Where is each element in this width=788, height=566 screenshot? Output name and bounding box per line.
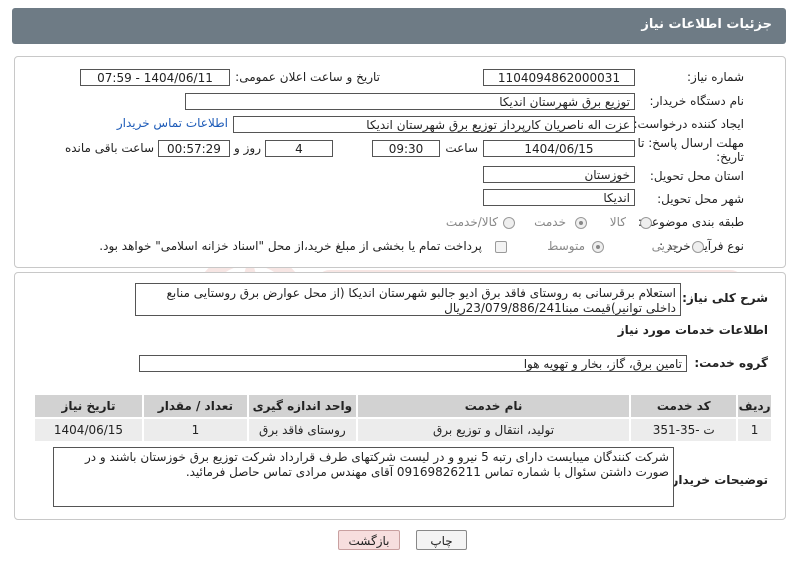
buyer-notes-text[interactable]: شرکت کنندگان میبایست دارای رتبه 5 نیرو و…: [53, 447, 674, 507]
category-radio-goods[interactable]: [640, 217, 652, 229]
category-option-service: خدمت: [534, 215, 566, 229]
info-panel: [14, 56, 786, 268]
category-radio-goods-service[interactable]: [503, 217, 515, 229]
summary-text[interactable]: استعلام برقرسانی به روستای فاقد برق ادیو…: [135, 283, 681, 316]
process-radio-minor[interactable]: [692, 241, 704, 253]
remaining-time-field[interactable]: 00:57:29: [158, 140, 230, 157]
buyer-org-field[interactable]: توزیع برق شهرستان اندیکا: [185, 93, 635, 110]
process-radio-medium[interactable]: [592, 241, 604, 253]
creator-field[interactable]: عزت اله ناصریان کارپرداز توزیع برق شهرست…: [233, 116, 635, 133]
remaining-label: ساعت باقی مانده: [64, 141, 154, 155]
category-radio-service[interactable]: [575, 217, 587, 229]
deadline-label-date: تاریخ:: [716, 150, 744, 164]
cell-service-name: تولید، انتقال و توزیع برق: [355, 417, 632, 443]
need-number-label: شماره نیاز:: [687, 70, 744, 84]
column-header-service-code: کد خدمت: [629, 393, 739, 419]
city-label: شهر محل تحویل:: [657, 192, 744, 206]
need-number-field[interactable]: 1104094862000031: [483, 69, 635, 86]
contact-info-link[interactable]: اطلاعات تماس خریدار: [117, 116, 228, 130]
province-field[interactable]: خوزستان: [483, 166, 635, 183]
column-header-unit: واحد اندازه گیری: [246, 393, 358, 419]
cell-unit: روستای فاقد برق: [246, 417, 358, 443]
column-header-row-number: ردیف: [736, 393, 773, 419]
category-label: طبقه بندی موضوعی:: [637, 215, 744, 229]
category-option-goods: کالا: [609, 215, 626, 229]
print-button[interactable]: چاپ: [416, 530, 467, 550]
column-header-need-date: تاریخ نیاز: [33, 393, 144, 419]
buyer-org-label: نام دستگاه خریدار:: [649, 94, 745, 108]
service-group-label: گروه خدمت:: [694, 356, 768, 370]
hour-label: ساعت: [445, 141, 478, 155]
process-option-minor: جزیی: [651, 239, 679, 253]
page-header: جزئیات اطلاعات نیاز: [12, 8, 786, 44]
province-label: استان محل تحویل:: [649, 169, 744, 183]
cell-need-date: 1404/06/15: [33, 417, 144, 443]
process-option-medium: متوسط: [547, 239, 585, 253]
days-field[interactable]: 4: [265, 140, 333, 157]
announce-label: تاریخ و ساعت اعلان عمومی:: [235, 70, 380, 84]
creator-label: ایجاد کننده درخواست:: [633, 117, 744, 131]
payment-note: پرداخت تمام یا بخشی از مبلغ خرید،از محل …: [99, 239, 482, 253]
table-row[interactable]: 1 ت -35-351 تولید، انتقال و توزیع برق رو…: [33, 417, 773, 443]
city-field[interactable]: اندیکا: [483, 189, 635, 206]
deadline-date-field[interactable]: 1404/06/15: [483, 140, 635, 157]
deadline-label: مهلت ارسال پاسخ: تا: [637, 136, 744, 150]
table-header-row: ردیف کد خدمت نام خدمت واحد اندازه گیری ت…: [33, 393, 773, 419]
column-header-service-name: نام خدمت: [355, 393, 632, 419]
deadline-time-field[interactable]: 09:30: [372, 140, 440, 157]
page-title: جزئیات اطلاعات نیاز: [641, 17, 772, 32]
category-option-goods-service: کالا/خدمت: [445, 215, 498, 229]
payment-checkbox[interactable]: [495, 241, 507, 253]
cell-row-number: 1: [736, 417, 773, 443]
services-section-title: اطلاعات خدمات مورد نیاز: [617, 323, 768, 337]
column-header-quantity: تعداد / مقدار: [142, 393, 249, 419]
summary-label: شرح کلی نیاز:: [682, 291, 768, 305]
announce-field[interactable]: 1404/06/11 - 07:59: [80, 69, 230, 86]
cell-quantity: 1: [142, 417, 249, 443]
buyer-notes-label: توضیحات خریدار:: [666, 473, 768, 487]
service-group-field[interactable]: تامین برق، گاز، بخار و تهویه هوا: [139, 355, 687, 372]
cell-service-code: ت -35-351: [629, 417, 739, 443]
back-button[interactable]: بازگشت: [338, 530, 400, 550]
days-label: روز و: [234, 141, 261, 155]
services-table: ردیف کد خدمت نام خدمت واحد اندازه گیری ت…: [33, 393, 773, 443]
